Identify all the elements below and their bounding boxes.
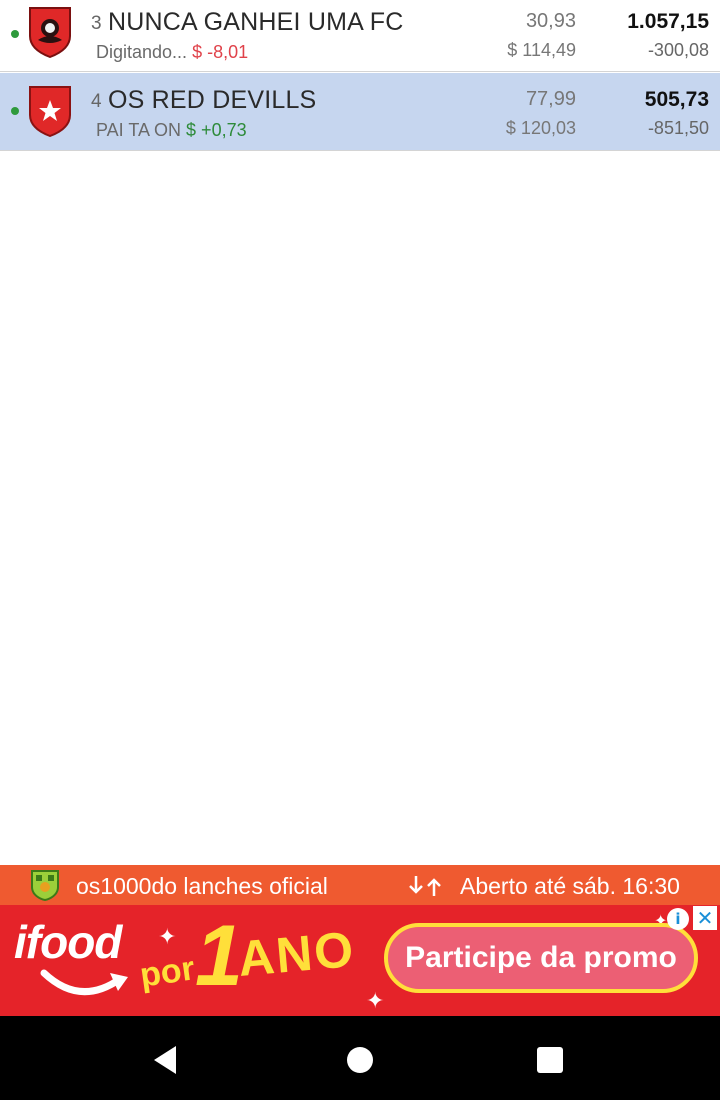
store-logo-icon (31, 870, 59, 901)
team-total-delta: -851,50 (647, 118, 709, 138)
team-delta: $ -8,01 (192, 42, 249, 62)
ad-por: por (137, 949, 198, 995)
shield-star-icon (29, 86, 71, 137)
ad-brand: ifood (14, 916, 122, 968)
participate-button[interactable]: Participe da promo (384, 923, 698, 993)
system-navigation-bar (0, 1016, 720, 1100)
ad-info-icon[interactable]: i (667, 908, 689, 930)
team-total-delta: -300,08 (647, 40, 709, 60)
ad-ano: ANO (235, 921, 358, 987)
team-value-b: $ 114,49 (507, 40, 576, 60)
team-name: OS RED DEVILLS (108, 86, 317, 114)
home-icon[interactable] (340, 1040, 380, 1080)
ad-number: 1 (195, 908, 243, 1004)
team-value-a: 30,93 (525, 10, 576, 32)
store-name: os1000do lanches oficial (76, 873, 328, 899)
store-promo-bar[interactable]: os1000do lanches oficial Aberto até sáb.… (0, 865, 720, 905)
store-hours: Aberto até sáb. 16:30 (460, 873, 680, 899)
shield-dragon-icon (29, 7, 71, 58)
team-value-b: $ 120,03 (505, 118, 576, 138)
back-icon[interactable] (146, 1040, 186, 1080)
team-total: 1.057,15 (627, 10, 709, 33)
team-row[interactable]: 3 NUNCA GANHEI UMA FC Digitando... $ -8,… (0, 0, 720, 72)
online-indicator (11, 30, 19, 38)
ad-banner[interactable]: ifood por 1 ANO ✦ ✦ ✦ Participe da promo… (0, 905, 720, 1016)
team-name: NUNCA GANHEI UMA FC (108, 8, 404, 36)
team-value-a: 77,99 (525, 88, 576, 110)
swap-arrows-icon (409, 876, 441, 896)
status-text: PAI TA ON (96, 120, 182, 140)
team-rank: 3 (91, 13, 102, 34)
team-status: Digitando... $ -8,01 (96, 42, 248, 63)
ad-close-icon[interactable]: ✕ (693, 906, 717, 930)
sparkle-icon: ✦ (158, 925, 177, 950)
team-row[interactable]: 4 OS RED DEVILLS PAI TA ON $ +0,73 77,99… (0, 73, 720, 151)
online-indicator (11, 107, 19, 115)
team-status: PAI TA ON $ +0,73 (96, 120, 247, 141)
team-total: 505,73 (644, 88, 709, 111)
smile-arrow-icon (40, 969, 128, 995)
team-delta: $ +0,73 (186, 120, 247, 140)
recents-icon[interactable] (530, 1040, 570, 1080)
sparkle-icon: ✦ (366, 989, 385, 1014)
status-text: Digitando... (96, 42, 188, 62)
team-rank: 4 (91, 91, 102, 112)
